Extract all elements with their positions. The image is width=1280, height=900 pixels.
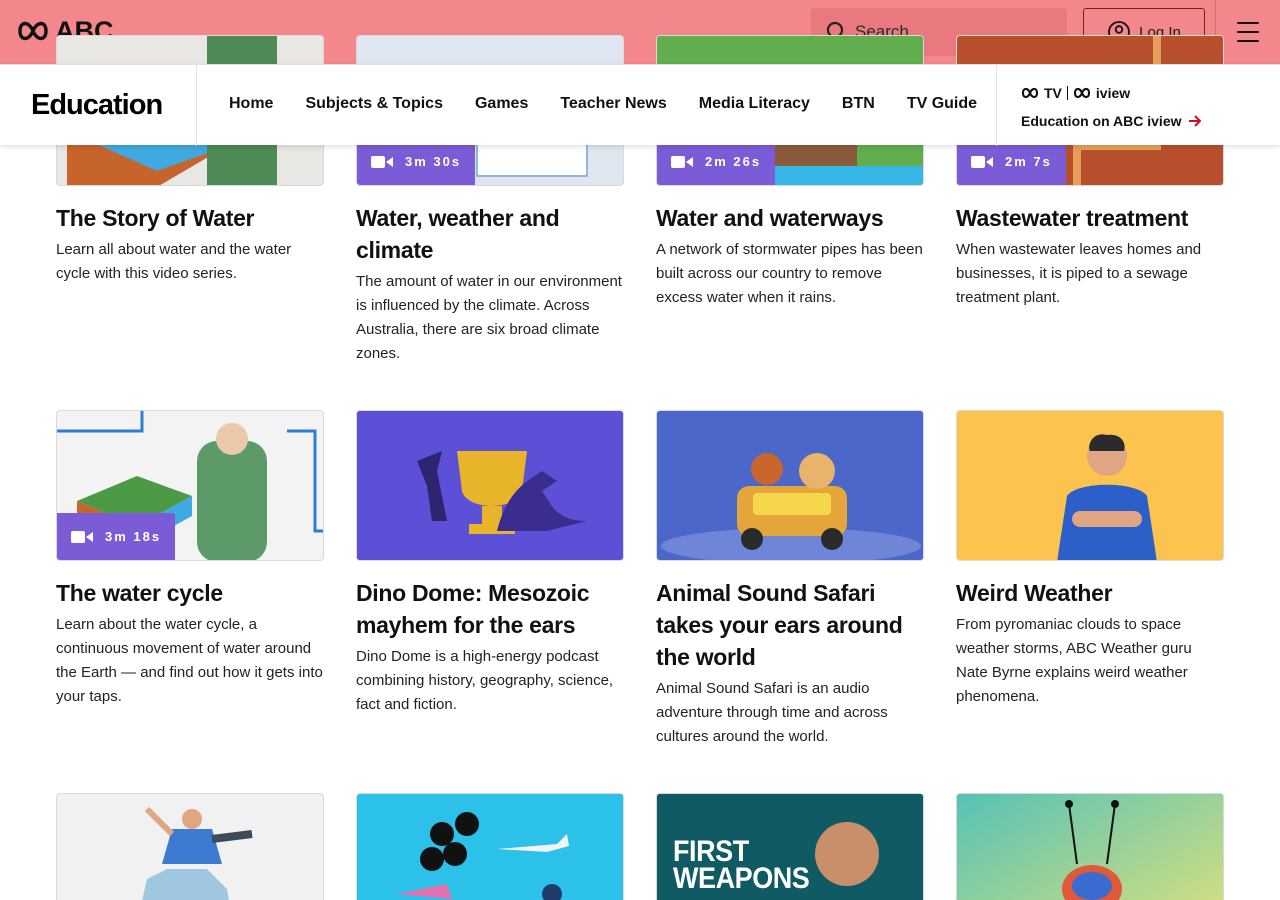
nav-link-subjects-topics[interactable]: Subjects & Topics — [305, 95, 443, 113]
thumbnail-illustration — [657, 411, 923, 560]
video-duration: 2m 7s — [1005, 154, 1052, 169]
nav-links: Home Subjects & Topics Games Teacher New… — [229, 95, 977, 113]
card-title[interactable]: The Story of Water — [56, 202, 324, 234]
card-title[interactable]: Water, weather and climate — [356, 202, 624, 266]
abc-lissajous-small-icon — [1021, 87, 1039, 99]
nav-link-tv-guide[interactable]: TV Guide — [907, 95, 977, 113]
video-duration-badge: 2m 7s — [957, 138, 1066, 185]
card-thumbnail[interactable] — [656, 410, 924, 561]
video-duration-badge: 3m 18s — [57, 513, 176, 560]
card-weird-weather[interactable]: Weird Weather From pyromaniac clouds to … — [956, 410, 1224, 709]
card-description: Learn all about water and the water cycl… — [56, 241, 292, 282]
thumbnail-title-overlay: FIRST WEAPONS — [673, 835, 810, 895]
video-duration-badge: 3m 30s — [357, 138, 476, 185]
thumbnail-illustration — [57, 794, 323, 900]
card-description: A network of stormwater pipes has been b… — [656, 241, 923, 306]
card-description: Animal Sound Safari is an audio adventur… — [656, 680, 888, 745]
card-thumbnail[interactable]: 3m 18s — [56, 410, 324, 561]
video-duration-badge: 2m 26s — [657, 138, 776, 185]
card-thumbnail[interactable] — [356, 793, 624, 900]
card-thumbnail[interactable] — [356, 410, 624, 561]
overlay-line-1: FIRST — [673, 835, 749, 868]
overlay-line-2: WEAPONS — [673, 862, 810, 895]
menu-icon[interactable] — [1237, 22, 1259, 42]
nav-link-media-literacy[interactable]: Media Literacy — [699, 95, 810, 113]
card-title[interactable]: Wastewater treatment — [956, 202, 1224, 234]
card-water-cycle[interactable]: 3m 18s The water cycle Learn about the w… — [56, 410, 324, 709]
thumbnail-illustration — [957, 794, 1223, 900]
card-title[interactable]: Animal Sound Safari takes your ears arou… — [656, 577, 924, 673]
card-row3-1[interactable] — [56, 793, 324, 900]
card-row3-3[interactable]: FIRST WEAPONS — [656, 793, 924, 900]
nav-link-home[interactable]: Home — [229, 95, 273, 113]
card-dino-dome[interactable]: Dino Dome: Mesozoic mayhem for the ears … — [356, 410, 624, 717]
nav-link-teacher-news[interactable]: Teacher News — [560, 95, 666, 113]
card-title[interactable]: Water and waterways — [656, 202, 924, 234]
card-thumbnail[interactable] — [956, 793, 1224, 900]
card-thumbnail[interactable]: FIRST WEAPONS — [656, 793, 924, 900]
card-animal-sound-safari[interactable]: Animal Sound Safari takes your ears arou… — [656, 410, 924, 749]
video-duration: 3m 18s — [105, 529, 162, 544]
iview-link[interactable]: Education on ABC iview — [1021, 113, 1202, 129]
card-row3-2[interactable] — [356, 793, 624, 900]
page: ABC Log In Education Home S — [0, 0, 1280, 900]
video-camera-icon — [71, 530, 93, 543]
iview-link-label: Education on ABC iview — [1021, 113, 1182, 129]
nav-divider-left — [196, 65, 197, 146]
card-thumbnail[interactable] — [956, 410, 1224, 561]
video-camera-icon — [671, 155, 693, 168]
card-title[interactable]: Weird Weather — [956, 577, 1224, 609]
arrow-right-icon — [1188, 115, 1201, 127]
video-camera-icon — [371, 155, 393, 168]
nav-link-games[interactable]: Games — [475, 95, 528, 113]
video-camera-icon — [971, 155, 993, 168]
section-title[interactable]: Education — [31, 89, 163, 122]
abc-iview-logo: iview — [1095, 85, 1131, 101]
abc-lissajous-icon — [18, 21, 48, 41]
abc-tv-logo: TV — [1044, 85, 1062, 101]
thumbnail-illustration — [357, 794, 623, 900]
thumbnail-illustration — [357, 411, 623, 560]
card-title[interactable]: The water cycle — [56, 577, 324, 609]
iview-promo[interactable]: TV iview Education on ABC iview — [1021, 85, 1202, 129]
abc-lissajous-small-icon-2 — [1073, 87, 1090, 99]
card-title[interactable]: Dino Dome: Mesozoic mayhem for the ears — [356, 577, 624, 641]
video-duration: 3m 30s — [405, 154, 462, 169]
card-description: From pyromaniac clouds to space weather … — [956, 616, 1192, 705]
card-description: The amount of water in our environment i… — [356, 273, 622, 362]
card-thumbnail[interactable] — [56, 793, 324, 900]
iview-logo-separator — [1066, 86, 1068, 100]
iview-logos: TV iview — [1021, 85, 1202, 101]
nav-link-btn[interactable]: BTN — [842, 95, 875, 113]
card-row3-4[interactable] — [956, 793, 1224, 900]
thumbnail-illustration — [957, 411, 1223, 560]
nav-divider-right — [996, 65, 997, 146]
video-duration: 2m 26s — [705, 154, 762, 169]
card-description: Dino Dome is a high-energy podcast combi… — [356, 648, 614, 713]
card-description: When wastewater leaves homes and busines… — [956, 241, 1202, 306]
card-description: Learn about the water cycle, a continuou… — [56, 616, 323, 705]
section-nav: Education Home Subjects & Topics Games T… — [0, 64, 1280, 146]
